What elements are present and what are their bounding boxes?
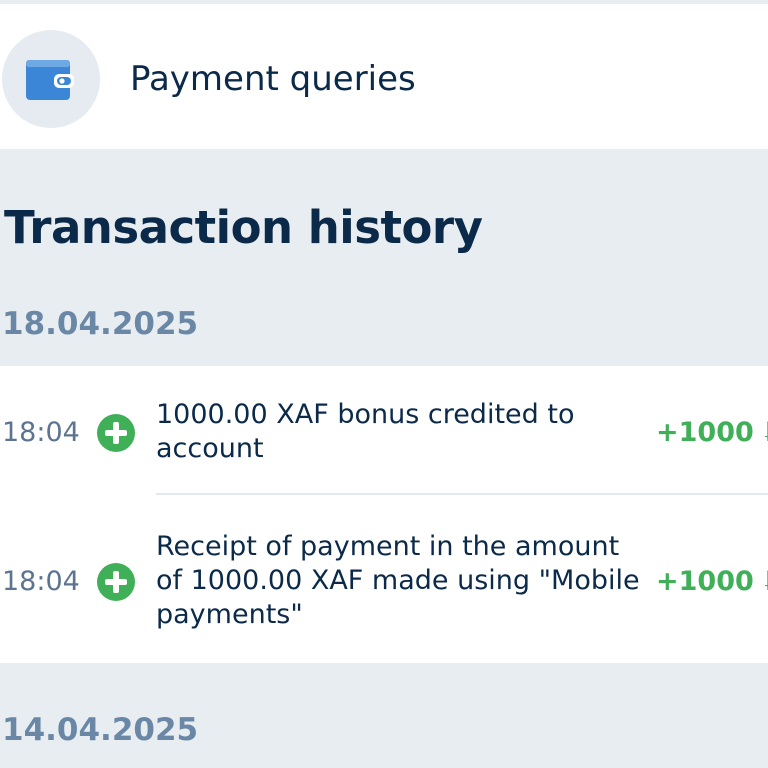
transaction-time: 18:04 bbox=[2, 566, 80, 597]
transaction-row[interactable]: 18:04 1000.00 XAF bonus credited to acco… bbox=[0, 366, 768, 494]
transaction-description: 1000.00 XAF bonus credited to account bbox=[156, 399, 575, 464]
transactions-card: 18:04 1000.00 XAF bonus credited to acco… bbox=[0, 366, 768, 663]
plus-circle-icon bbox=[97, 414, 135, 452]
payment-queries-label: Payment queries bbox=[130, 59, 416, 99]
transaction-row[interactable]: 18:04 Receipt of payment in the amount o… bbox=[0, 495, 768, 663]
date-header: 18.04.2025 bbox=[2, 306, 199, 342]
transaction-amount: +1000 ₣ bbox=[656, 417, 768, 448]
wallet-icon-container bbox=[2, 30, 100, 128]
plus-circle-icon bbox=[97, 563, 135, 601]
transaction-history-title: Transaction history bbox=[4, 201, 483, 254]
transaction-amount: +1000 ₣ bbox=[656, 566, 768, 597]
payment-queries-button[interactable]: Payment queries bbox=[0, 4, 768, 149]
transaction-time: 18:04 bbox=[2, 417, 80, 448]
wallet-icon bbox=[26, 60, 74, 100]
date-header: 14.04.2025 bbox=[2, 712, 199, 748]
payment-queries-card: Payment queries bbox=[0, 4, 768, 149]
transaction-description: Receipt of payment in the amount of 1000… bbox=[156, 531, 640, 630]
